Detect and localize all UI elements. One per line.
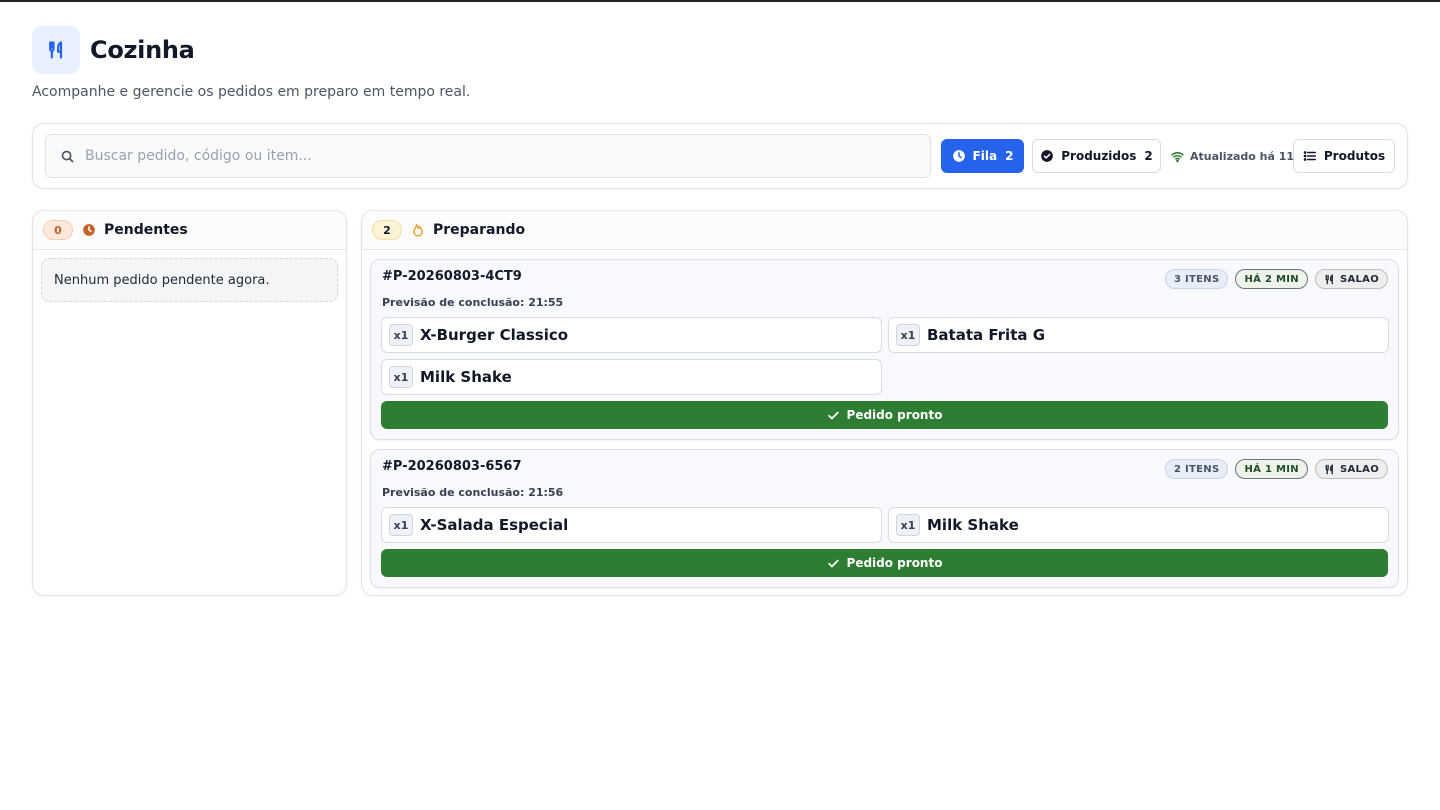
order-card: #P-20260803-6567 2 ITENS HÁ 1 MIN SALAO … xyxy=(370,449,1399,588)
produzidos-button[interactable]: Produzidos 2 xyxy=(1032,139,1161,173)
preparando-count-badge: 2 xyxy=(372,220,402,240)
fila-button[interactable]: Fila 2 xyxy=(941,139,1024,173)
order-ready-label: Pedido pronto xyxy=(846,408,943,422)
produzidos-label: Produzidos xyxy=(1061,149,1137,163)
check-icon xyxy=(827,411,839,419)
order-item: x1 X-Salada Especial xyxy=(381,507,882,543)
pendentes-count-badge: 0 xyxy=(43,220,73,240)
item-name: Milk Shake xyxy=(927,516,1019,534)
produtos-label: Produtos xyxy=(1323,149,1386,163)
order-item: x1 Milk Shake xyxy=(381,359,882,395)
search-icon xyxy=(60,149,75,164)
order-tags: 2 ITENS HÁ 1 MIN SALAO xyxy=(1164,459,1388,479)
pendentes-title: Pendentes xyxy=(104,222,188,238)
item-name: X-Salada Especial xyxy=(420,516,569,534)
order-item: x1 Milk Shake xyxy=(888,507,1389,543)
check-icon xyxy=(827,559,839,567)
pendentes-empty-message: Nenhum pedido pendente agora. xyxy=(41,258,338,302)
location-label: SALAO xyxy=(1339,273,1379,285)
items-count-badge: 2 ITENS xyxy=(1164,459,1229,479)
produtos-button[interactable]: Produtos xyxy=(1293,139,1395,173)
order-ready-button[interactable]: Pedido pronto xyxy=(381,401,1388,429)
search-input[interactable] xyxy=(85,148,885,164)
produzidos-count: 2 xyxy=(1144,149,1153,163)
utensils-icon xyxy=(1325,273,1333,284)
location-label: SALAO xyxy=(1339,463,1379,475)
order-code: #P-20260803-6567 xyxy=(382,459,522,474)
order-item: x1 X-Burger Classico xyxy=(381,317,882,353)
preparando-column: 2 Preparando #P-20260803-4CT9 3 ITENS HÁ… xyxy=(361,210,1408,596)
wifi-icon xyxy=(1171,150,1190,163)
page-header: Cozinha xyxy=(32,26,195,74)
items-count-badge: 3 ITENS xyxy=(1164,269,1229,289)
order-forecast: Previsão de conclusão: 21:56 xyxy=(382,486,564,499)
item-name: Batata Frita G xyxy=(927,326,1046,344)
location-badge: SALAO xyxy=(1314,459,1388,479)
order-ready-label: Pedido pronto xyxy=(846,556,943,570)
order-forecast: Previsão de conclusão: 21:55 xyxy=(382,296,564,309)
list-icon xyxy=(1303,149,1324,163)
order-card: #P-20260803-4CT9 3 ITENS HÁ 2 MIN SALAO … xyxy=(370,259,1399,440)
utensils-icon xyxy=(1325,463,1333,474)
utensils-icon xyxy=(32,26,80,74)
update-status: Atualizado há 11s xyxy=(1171,139,1301,173)
item-qty: x1 xyxy=(389,324,413,346)
order-ready-button[interactable]: Pedido pronto xyxy=(381,549,1388,577)
page-title: Cozinha xyxy=(90,36,195,64)
search-box[interactable] xyxy=(45,134,931,178)
updated-text: Atualizado há 11s xyxy=(1190,149,1301,163)
fila-count: 2 xyxy=(1005,149,1014,163)
flame-icon xyxy=(411,223,425,237)
item-qty: x1 xyxy=(389,366,413,388)
preparando-title: Preparando xyxy=(433,222,526,238)
clock-icon xyxy=(952,149,973,163)
order-tags: 3 ITENS HÁ 2 MIN SALAO xyxy=(1164,269,1388,289)
toolbar: Fila 2 Produzidos 2 Atualizado há 11s Pr… xyxy=(32,123,1408,189)
order-code: #P-20260803-4CT9 xyxy=(382,269,522,284)
item-qty: x1 xyxy=(896,324,920,346)
elapsed-time-badge: HÁ 2 MIN xyxy=(1235,269,1308,289)
preparando-header: 2 Preparando xyxy=(362,211,1407,250)
check-circle-icon xyxy=(1040,149,1061,163)
item-name: X-Burger Classico xyxy=(420,326,569,344)
item-qty: x1 xyxy=(896,514,920,536)
clock-icon xyxy=(82,223,96,237)
pendentes-header: 0 Pendentes xyxy=(33,211,346,250)
order-item: x1 Batata Frita G xyxy=(888,317,1389,353)
item-name: Milk Shake xyxy=(420,368,512,386)
location-badge: SALAO xyxy=(1314,269,1388,289)
page-subtitle: Acompanhe e gerencie os pedidos em prepa… xyxy=(32,84,471,100)
fila-label: Fila xyxy=(972,149,998,163)
item-qty: x1 xyxy=(389,514,413,536)
pendentes-column: 0 Pendentes Nenhum pedido pendente agora… xyxy=(32,210,347,596)
elapsed-time-badge: HÁ 1 MIN xyxy=(1235,459,1308,479)
